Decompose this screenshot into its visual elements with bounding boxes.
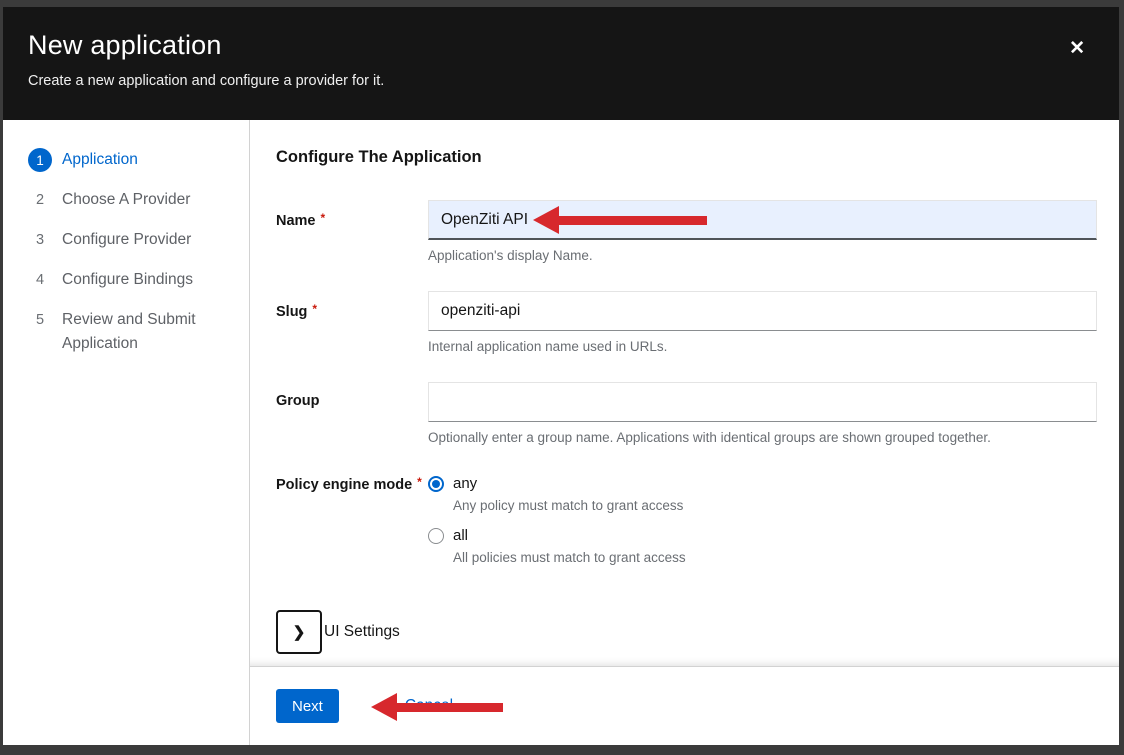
group-form-row: Group Optionally enter a group name. App…: [276, 382, 1097, 445]
modal-body: 1 Application 2 Choose A Provider 3 Conf…: [3, 120, 1119, 745]
wizard-main-pane: Configure The Application Name* Applicat…: [250, 120, 1119, 745]
required-asterisk: *: [312, 302, 317, 316]
group-input[interactable]: [428, 382, 1097, 422]
policy-engine-mode-group: any Any policy must match to grant acces…: [428, 473, 1097, 577]
required-asterisk: *: [321, 211, 326, 225]
step-label: Choose A Provider: [62, 188, 190, 212]
close-icon[interactable]: ✕: [1065, 35, 1089, 62]
step-number-badge: 1: [28, 148, 52, 172]
wizard-step-configure-bindings[interactable]: 4 Configure Bindings: [28, 260, 233, 300]
ui-settings-expander: ❯ UI Settings: [276, 610, 1097, 654]
step-label: Configure Bindings: [62, 268, 193, 292]
step-label: Configure Provider: [62, 228, 191, 252]
radio-all-label[interactable]: all: [453, 527, 468, 544]
name-field-wrap: Application's display Name.: [428, 200, 1097, 263]
slug-label: Slug*: [276, 291, 428, 320]
group-help-text: Optionally enter a group name. Applicati…: [428, 430, 1097, 445]
group-label: Group: [276, 382, 428, 409]
wizard-footer: Next Cancel: [250, 667, 1119, 745]
modal-subtitle: Create a new application and configure a…: [28, 73, 1055, 89]
radio-any-help: Any policy must match to grant access: [453, 498, 1097, 513]
page-title: Configure The Application: [276, 148, 1097, 167]
new-application-modal: New application Create a new application…: [3, 7, 1119, 745]
name-input[interactable]: [428, 200, 1097, 240]
wizard-step-nav: 1 Application 2 Choose A Provider 3 Conf…: [3, 120, 250, 745]
group-field-wrap: Optionally enter a group name. Applicati…: [428, 382, 1097, 445]
policy-mode-all-option[interactable]: all: [428, 525, 1097, 544]
modal-title: New application: [28, 28, 1055, 63]
radio-all-help: All policies must match to grant access: [453, 550, 1097, 565]
name-label: Name*: [276, 200, 428, 229]
radio-all[interactable]: [428, 528, 444, 544]
wizard-step-configure-provider[interactable]: 3 Configure Provider: [28, 220, 233, 260]
chevron-right-icon: ❯: [293, 623, 306, 641]
step-label: Application: [62, 148, 138, 172]
slug-help-text: Internal application name used in URLs.: [428, 339, 1097, 354]
slug-field-wrap: Internal application name used in URLs.: [428, 291, 1097, 354]
name-help-text: Application's display Name.: [428, 248, 1097, 263]
step-number: 5: [28, 308, 52, 332]
step-number: 3: [28, 228, 52, 252]
radio-any-label[interactable]: any: [453, 475, 477, 492]
step-number: 4: [28, 268, 52, 292]
wizard-content: Configure The Application Name* Applicat…: [250, 120, 1119, 667]
modal-header: New application Create a new application…: [3, 7, 1119, 120]
step-label: Review and Submit Application: [62, 308, 222, 356]
cancel-link[interactable]: Cancel: [405, 697, 453, 715]
policy-engine-mode-row: Policy engine mode* any Any policy must …: [276, 473, 1097, 577]
step-number: 2: [28, 188, 52, 212]
ui-settings-label[interactable]: UI Settings: [324, 623, 400, 641]
next-button[interactable]: Next: [276, 689, 339, 723]
wizard-step-choose-provider[interactable]: 2 Choose A Provider: [28, 180, 233, 220]
radio-any[interactable]: [428, 476, 444, 492]
slug-input[interactable]: [428, 291, 1097, 331]
wizard-step-application[interactable]: 1 Application: [28, 140, 233, 180]
expand-toggle-button[interactable]: ❯: [276, 610, 322, 654]
required-asterisk: *: [417, 475, 422, 489]
policy-mode-any-option[interactable]: any: [428, 473, 1097, 492]
policy-engine-mode-label: Policy engine mode*: [276, 473, 428, 493]
slug-form-row: Slug* Internal application name used in …: [276, 291, 1097, 354]
wizard-step-review-submit[interactable]: 5 Review and Submit Application: [28, 300, 233, 364]
name-form-row: Name* Application's display Name.: [276, 200, 1097, 263]
